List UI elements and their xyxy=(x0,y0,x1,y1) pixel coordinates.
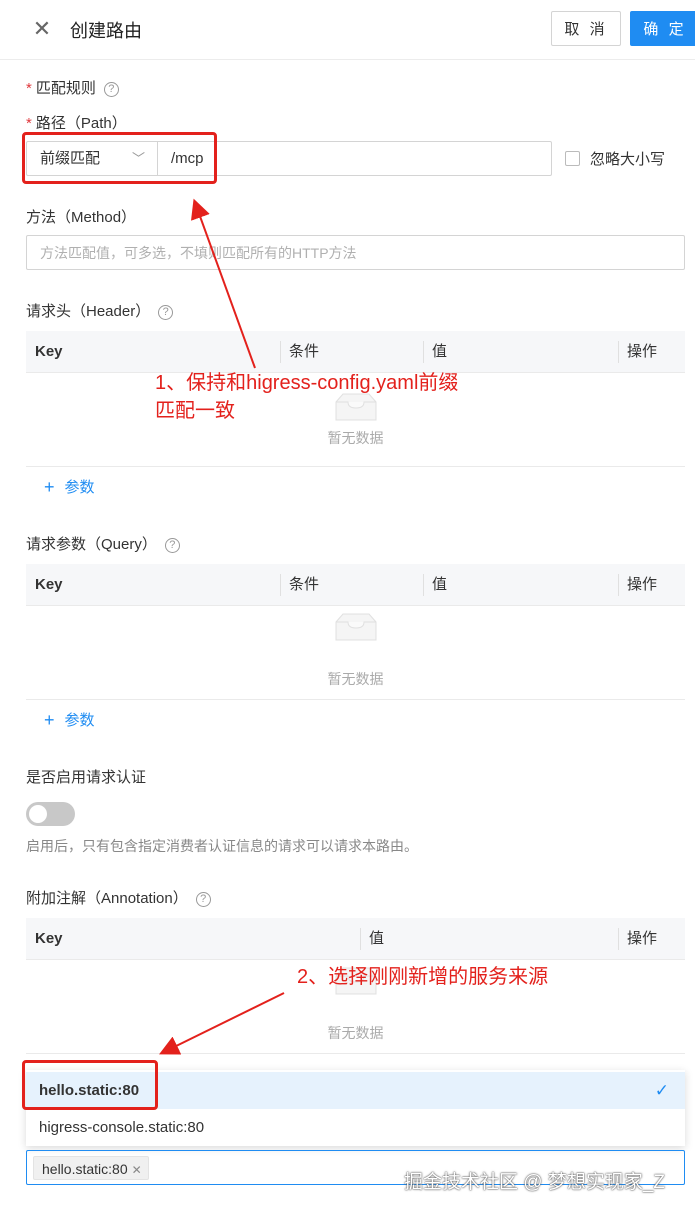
annotation-note-2: 2、选择刚刚新增的服务来源 xyxy=(297,966,549,988)
annotation-arrows xyxy=(159,198,285,1055)
annotation-arrow xyxy=(159,992,285,1055)
annotation-arrow xyxy=(191,198,256,369)
annotation-note-1: 1、保持和higress-config.yaml前缀 匹配一致 xyxy=(155,372,459,422)
watermark: 掘金技术社区 @ 梦想实现家_Z xyxy=(404,1172,666,1193)
